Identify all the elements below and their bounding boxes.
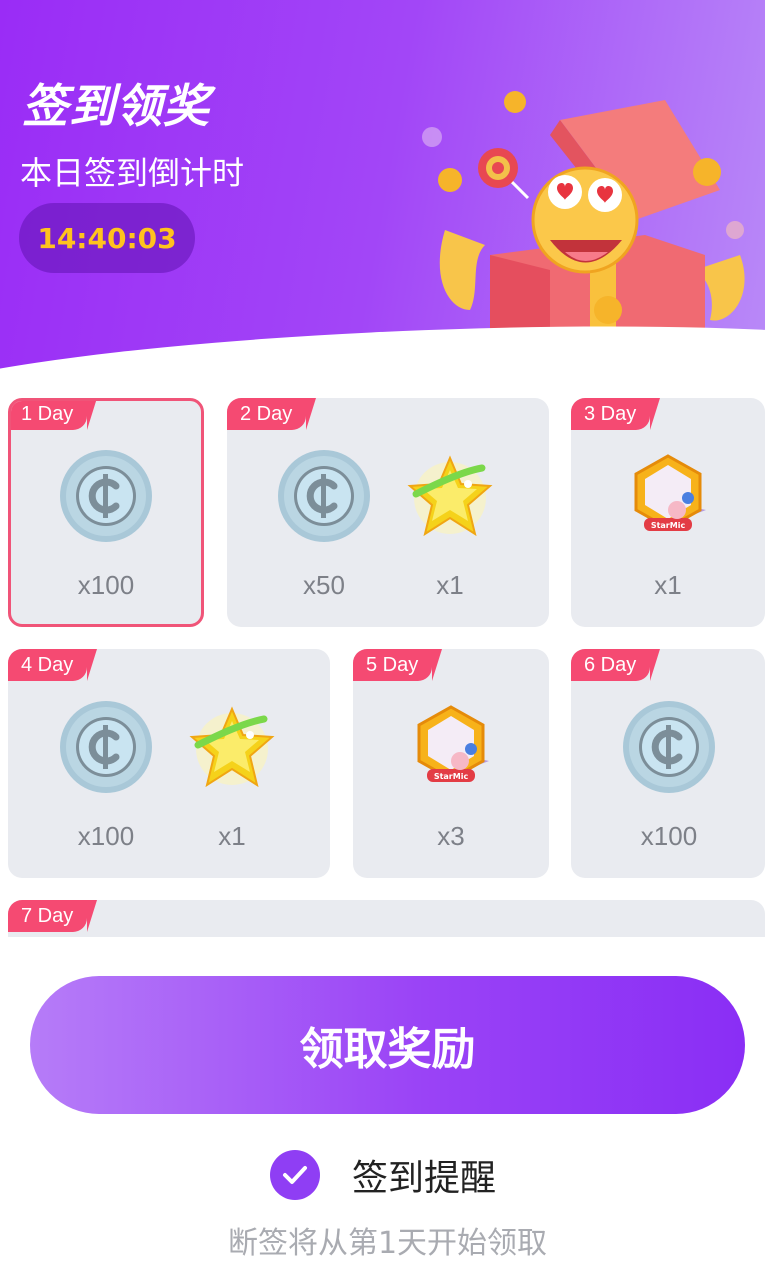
coin-icon (58, 699, 154, 795)
star-badge-icon (184, 699, 280, 795)
day-card-5[interactable]: 5 Day x3 (353, 649, 549, 878)
coin-icon (621, 699, 717, 795)
day-card-4[interactable]: 4 Day x100 x1 (8, 649, 330, 878)
countdown-timer: 14:40:03 (19, 203, 195, 273)
reward-quantity: x3 (437, 821, 465, 851)
reward-item: x50 (269, 448, 379, 601)
page-title: 签到领奖 (22, 79, 210, 133)
day-card-7[interactable]: 7 Day (8, 900, 765, 937)
hexagon-frame-icon (620, 448, 716, 544)
reward-quantity: x1 (218, 821, 246, 851)
day-tag: 1 Day (11, 401, 98, 430)
reward-quantity: x100 (77, 821, 135, 851)
day-card-1[interactable]: 1 Day x100 (8, 398, 204, 627)
header-banner: 签到领奖 本日签到倒计时 14:40:03 (0, 0, 765, 390)
reward-item: x100 (614, 699, 724, 852)
reward-item: x1 (613, 448, 723, 601)
day-tag: 5 Day (353, 649, 443, 681)
reward-item: x3 (396, 699, 506, 852)
reward-quantity: x1 (654, 570, 682, 600)
day-tag: 7 Day (8, 900, 98, 932)
day-tag: 3 Day (571, 398, 661, 430)
day-card-2[interactable]: 2 Day x50 x1 (227, 398, 549, 627)
reward-item: x100 (51, 699, 161, 852)
reward-quantity: x1 (436, 570, 464, 600)
day-tag: 2 Day (227, 398, 317, 430)
reward-item: x1 (395, 448, 505, 601)
hexagon-frame-icon (403, 699, 499, 795)
reward-quantity: x50 (303, 570, 345, 600)
coin-icon (276, 448, 372, 544)
reward-item: x1 (177, 699, 287, 852)
day-card-3[interactable]: 3 Day x1 (571, 398, 765, 627)
checkmark-icon[interactable] (270, 1150, 320, 1200)
reward-item: x100 (51, 448, 161, 601)
day-card-6[interactable]: 6 Day x100 (571, 649, 765, 878)
streak-reset-note: 断签将从第1天开始领取 (227, 1226, 548, 1261)
day-tag: 4 Day (8, 649, 98, 681)
star-badge-icon (402, 448, 498, 544)
day-tag: 6 Day (571, 649, 661, 681)
signin-reminder-toggle[interactable]: 签到提醒 (270, 1148, 496, 1202)
reward-quantity: x100 (640, 821, 698, 851)
countdown-label: 本日签到倒计时 (20, 154, 245, 192)
reward-quantity: x100 (77, 570, 135, 600)
coin-icon (58, 448, 154, 544)
claim-reward-button[interactable]: 领取奖励 (30, 976, 745, 1114)
reminder-label: 签到提醒 (352, 1158, 497, 1199)
